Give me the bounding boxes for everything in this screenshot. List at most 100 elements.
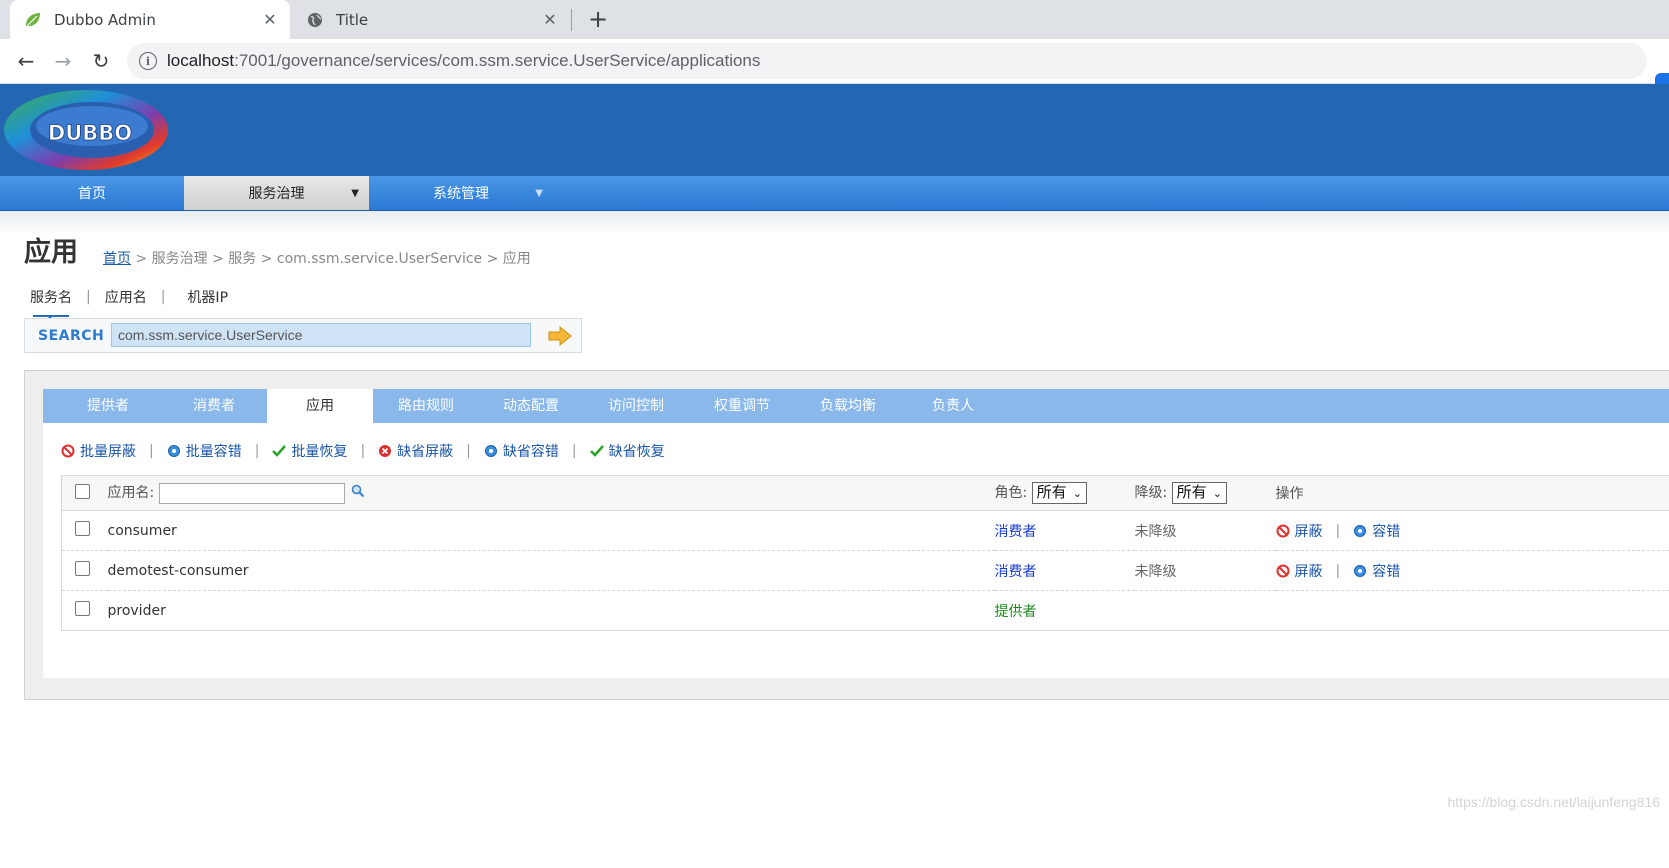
info-icon[interactable]: i — [139, 52, 157, 70]
forbidden-icon — [1276, 524, 1290, 538]
chevron-down-icon: ⌄ — [1212, 488, 1222, 500]
app-name: provider — [107, 590, 995, 631]
tab-owners[interactable]: 负责人 — [900, 389, 1006, 423]
table-header: 应用名: 角色: 所有 ⌄ 降级: 所有 ⌄ 操作 — [61, 475, 1669, 511]
select-all-checkbox[interactable] — [75, 483, 90, 499]
action-label: 屏蔽 — [1294, 563, 1323, 580]
close-tab-icon[interactable]: ✕ — [540, 10, 560, 29]
op-header: 操作 — [1275, 475, 1669, 511]
tab-title: Dubbo Admin — [54, 10, 156, 29]
tab-separator — [571, 9, 572, 31]
tab-weights[interactable]: 权重调节 — [689, 389, 795, 423]
svg-text:DUBBO: DUBBO — [48, 121, 132, 145]
shield-button[interactable]: 屏蔽 — [1276, 521, 1323, 541]
separator: | — [1335, 562, 1341, 579]
spring-leaf-icon — [24, 11, 42, 29]
gear-icon — [484, 444, 498, 458]
action-label: 批量屏蔽 — [80, 444, 136, 460]
tab-access[interactable]: 访问控制 — [583, 389, 689, 423]
role-link[interactable]: 消费者 — [994, 510, 1135, 551]
menu-label: 系统管理 — [433, 186, 489, 202]
tolerant-button[interactable]: 容错 — [1353, 561, 1400, 581]
search-input[interactable] — [111, 323, 531, 347]
shield-button[interactable]: 屏蔽 — [1276, 561, 1323, 581]
row-select-cell — [61, 510, 108, 551]
search-type-ip[interactable]: 机器IP — [187, 287, 228, 307]
menu-home[interactable]: 首页 — [0, 176, 184, 210]
watermark: https://blog.csdn.net/laijunfeng816 — [1447, 794, 1661, 810]
dropdown-caret-icon: ▼ — [535, 188, 543, 199]
breadcrumb-home-link[interactable]: 首页 — [103, 251, 131, 267]
tab-providers[interactable]: 提供者 — [55, 389, 161, 423]
search-go-arrow-icon[interactable] — [547, 324, 573, 348]
role-link[interactable]: 提供者 — [994, 590, 1135, 631]
reload-button[interactable]: ↻ — [89, 49, 113, 73]
default-tolerant-button[interactable]: 缺省容错 — [484, 441, 559, 461]
new-tab-button[interactable]: + — [585, 6, 611, 32]
tab-consumers[interactable]: 消费者 — [161, 389, 267, 423]
search-type-application[interactable]: 应用名 — [105, 287, 147, 307]
table-row: consumer 消费者 未降级 屏蔽 | 容错 — [61, 510, 1669, 551]
search-box: SEARCH — [24, 318, 582, 353]
back-button[interactable]: ← — [14, 49, 38, 73]
menu-system-management[interactable]: 系统管理 ▼ — [369, 176, 553, 210]
separator: | — [466, 443, 471, 459]
address-bar[interactable]: i localhost:7001/governance/services/com… — [127, 43, 1647, 79]
batch-shield-button[interactable]: 批量屏蔽 — [61, 441, 136, 461]
row-checkbox[interactable] — [75, 561, 90, 576]
grade-status — [1134, 590, 1276, 631]
browser-toolbar: ← → ↻ i localhost:7001/governance/servic… — [0, 39, 1669, 101]
close-tab-icon[interactable]: ✕ — [260, 10, 280, 29]
batch-tolerant-button[interactable]: 批量容错 — [167, 441, 242, 461]
menu-service-governance[interactable]: 服务治理 ▼ — [184, 176, 369, 210]
content-inner: 提供者 消费者 应用 路由规则 动态配置 访问控制 权重调节 负载均衡 负责人 … — [43, 389, 1669, 678]
default-shield-button[interactable]: 缺省屏蔽 — [378, 441, 453, 461]
gear-icon — [1353, 524, 1367, 538]
app-filter-cell: 应用名: — [107, 475, 995, 511]
app-filter-input[interactable] — [158, 482, 345, 504]
action-label: 屏蔽 — [1294, 523, 1323, 540]
app-name: demotest-consumer — [107, 550, 995, 591]
gear-icon — [1353, 564, 1367, 578]
chevron-down-icon: ⌄ — [1072, 488, 1082, 500]
grade-status: 未降级 — [1134, 510, 1276, 551]
separator: | — [360, 443, 366, 459]
select-all-cell — [61, 475, 108, 511]
role-filter-label: 角色: — [994, 485, 1028, 501]
main-menu: 首页 服务治理 ▼ 系统管理 ▼ — [0, 176, 1669, 211]
batch-recover-button[interactable]: 批量恢复 — [272, 441, 347, 461]
role-select-value: 所有 — [1036, 484, 1067, 501]
action-label: 批量容错 — [185, 444, 242, 460]
tab-routes[interactable]: 路由规则 — [373, 389, 479, 423]
browser-tab-dubbo-admin[interactable]: Dubbo Admin ✕ — [10, 0, 290, 39]
role-select[interactable]: 所有 ⌄ — [1031, 482, 1087, 504]
app-name: consumer — [107, 510, 995, 551]
app-filter-label: 应用名: — [107, 485, 155, 502]
breadcrumb-path: > 服务治理 > 服务 > com.ssm.service.UserServic… — [131, 251, 531, 267]
url-path: :7001/governance/services/com.ssm.servic… — [234, 51, 761, 70]
check-icon — [589, 444, 604, 458]
header-shadow — [0, 211, 1669, 235]
separator: | — [1335, 522, 1341, 539]
tab-overrides[interactable]: 动态配置 — [478, 389, 584, 423]
action-label: 缺省屏蔽 — [397, 444, 454, 460]
tolerant-button[interactable]: 容错 — [1353, 521, 1400, 541]
search-icon[interactable] — [351, 484, 365, 502]
row-checkbox[interactable] — [75, 521, 90, 536]
tab-loadbalance[interactable]: 负载均衡 — [795, 389, 901, 423]
error-icon — [378, 444, 392, 458]
dubbo-logo: DUBBO — [0, 86, 172, 174]
row-checkbox[interactable] — [75, 601, 90, 616]
batch-actions: 批量屏蔽 | 批量容错 | 批量恢复 | 缺省屏蔽 | 缺省容错 | 缺省恢复 — [61, 441, 665, 461]
search-type-service[interactable]: 服务名 — [30, 287, 72, 319]
browser-tab-title[interactable]: Title ✕ — [292, 0, 570, 39]
default-recover-button[interactable]: 缺省恢复 — [589, 441, 665, 461]
role-link[interactable]: 消费者 — [994, 550, 1135, 591]
forbidden-icon — [61, 444, 75, 458]
forward-button[interactable]: → — [51, 49, 75, 73]
grade-select-value: 所有 — [1176, 484, 1207, 501]
grade-select[interactable]: 所有 ⌄ — [1171, 482, 1227, 504]
applications-table: 应用名: 角色: 所有 ⌄ 降级: 所有 ⌄ 操作 consumer 消费者 未… — [61, 475, 1669, 631]
tab-applications[interactable]: 应用 — [267, 389, 373, 423]
grade-status: 未降级 — [1134, 550, 1276, 591]
